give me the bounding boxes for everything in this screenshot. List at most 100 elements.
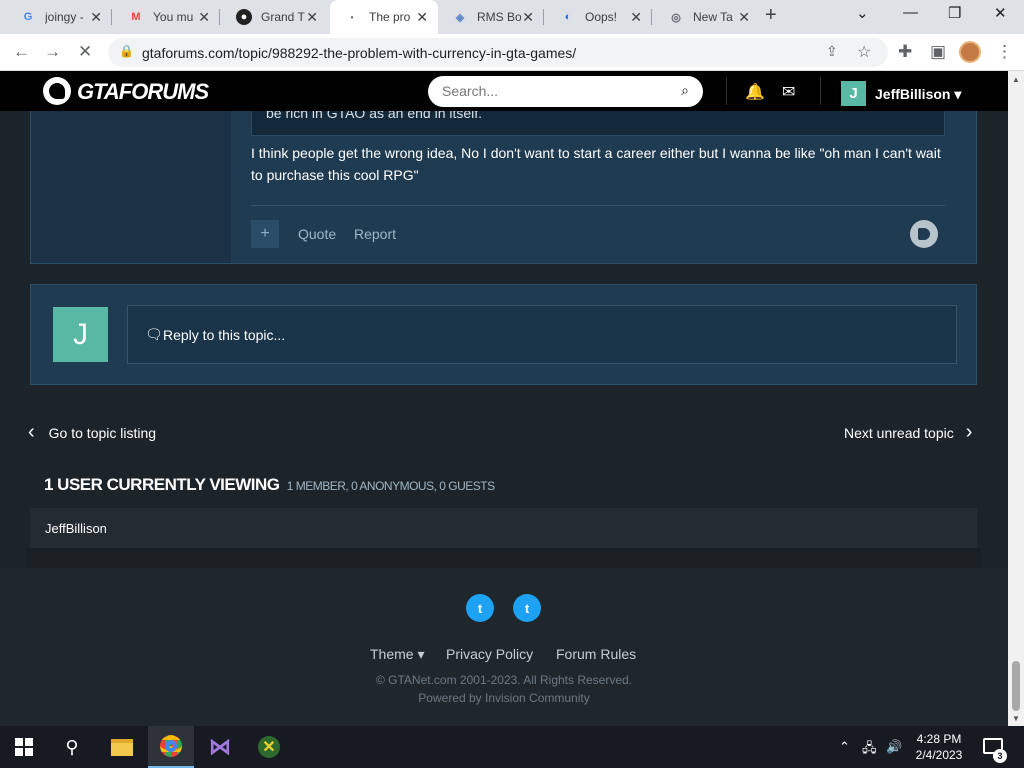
- page-scrollbar[interactable]: ▲ ▼: [1008, 71, 1024, 726]
- restore-icon[interactable]: ❐: [948, 4, 961, 22]
- back-icon[interactable]: ←: [13, 42, 30, 62]
- reply-input[interactable]: 🗨 Reply to this topic...: [127, 305, 957, 364]
- browser-tab-7[interactable]: ◎ New Ta ✕: [654, 0, 760, 34]
- theme-label: Theme: [370, 646, 414, 662]
- side-panel-icon[interactable]: ▣: [930, 42, 946, 62]
- user-menu[interactable]: JeffBillison ▾: [875, 86, 961, 103]
- viewing-detail: 1 MEMBER, 0 ANONYMOUS, 0 GUESTS: [286, 479, 495, 493]
- tab-title: Oops!: [585, 10, 618, 24]
- post-body: I think people get the wrong idea, No I …: [251, 145, 941, 183]
- lock-icon[interactable]: 🔒: [119, 44, 134, 58]
- close-tab-icon[interactable]: ✕: [630, 9, 642, 26]
- user-name: JeffBillison: [875, 86, 951, 102]
- content-bottom-edge: [26, 548, 981, 568]
- search-input[interactable]: [442, 83, 662, 99]
- tab-title: The pro: [369, 10, 411, 24]
- tab-title: joingy -: [45, 10, 84, 24]
- twitter-icon[interactable]: t: [466, 594, 494, 622]
- go-to-topic-listing-link[interactable]: ‹ Go to topic listing: [28, 421, 156, 444]
- loading-icon: •: [350, 12, 354, 22]
- next-unread-topic-link[interactable]: Next unread topic ›: [844, 421, 972, 444]
- visual-studio-icon[interactable]: ⋈: [197, 726, 243, 768]
- chevron-left-icon: ‹: [28, 421, 35, 443]
- search-icon[interactable]: ⚲: [49, 726, 95, 768]
- close-tab-icon[interactable]: ✕: [522, 9, 534, 26]
- tray-chevron-icon[interactable]: ⌃: [839, 739, 850, 755]
- site-logo[interactable]: GTAFORUMS: [77, 79, 209, 105]
- browser-tab-5[interactable]: ◈ RMS Bo ✕: [438, 0, 544, 34]
- browser-tab-6[interactable]: ◐ Oops! ✕: [546, 0, 652, 34]
- close-tab-icon[interactable]: ✕: [738, 9, 750, 26]
- tab-separator: [219, 9, 220, 25]
- stop-loading-icon[interactable]: ✕: [78, 42, 92, 62]
- bookmark-star-icon[interactable]: ☆: [857, 42, 871, 62]
- next-label: Next unread topic: [844, 424, 954, 441]
- new-tab-icon[interactable]: +: [765, 4, 777, 27]
- search-box: ⌕: [428, 76, 703, 107]
- address-bar[interactable]: 🔒 gtaforums.com/topic/988292-the-problem…: [108, 38, 888, 67]
- close-tab-icon[interactable]: ✕: [416, 9, 428, 26]
- clock[interactable]: 4:28 PM 2/4/2023: [908, 731, 970, 763]
- close-tab-icon[interactable]: ✕: [306, 9, 318, 26]
- extensions-icon[interactable]: ✚: [898, 42, 912, 62]
- chevron-right-icon: ›: [965, 421, 973, 443]
- windows-taskbar: ⚲ ⋈ ✕ ⌃ 🖧 🔊 4:28 PM 2/4/2023 3: [0, 726, 1024, 768]
- close-tab-icon[interactable]: ✕: [90, 9, 102, 26]
- close-tab-icon[interactable]: ✕: [198, 9, 210, 26]
- start-button[interactable]: [1, 726, 47, 768]
- scroll-thumb[interactable]: [1012, 661, 1020, 711]
- theme-menu[interactable]: Theme ▾: [370, 646, 425, 663]
- browser-tab-strip: G joingy - ✕ M You mu ✕ ● Grand T ✕ • Th…: [0, 0, 1024, 34]
- site-header: GTAFORUMS ⌕ 🔔 ✉ J JeffBillison ▾: [0, 71, 1008, 111]
- prev-label: Go to topic listing: [48, 424, 157, 441]
- bell-icon[interactable]: 🔔: [745, 82, 765, 102]
- url-text[interactable]: gtaforums.com/topic/988292-the-problem-w…: [142, 45, 576, 61]
- window-close-icon[interactable]: ✕: [994, 4, 1007, 22]
- gtaforums-icon: ●: [236, 9, 252, 25]
- gmail-icon: M: [131, 11, 141, 23]
- powered-by-link[interactable]: Powered by Invision Community: [0, 691, 1008, 705]
- twitter-icon[interactable]: t: [513, 594, 541, 622]
- scroll-up-icon[interactable]: ▲: [1012, 75, 1020, 84]
- page-content: be rich in GTAO as an end in itself. I t…: [0, 111, 1008, 726]
- tab-title: New Ta: [693, 10, 733, 24]
- search-icon[interactable]: ⌕: [681, 82, 689, 99]
- mail-icon[interactable]: ✉: [782, 82, 795, 102]
- report-button[interactable]: Report: [354, 226, 396, 242]
- browser-tab-2[interactable]: M You mu ✕: [114, 0, 220, 34]
- chrome-taskbar-icon[interactable]: [148, 726, 194, 768]
- tab-separator: [111, 9, 112, 25]
- post-author-column: [31, 111, 231, 263]
- quote-button[interactable]: Quote: [298, 226, 336, 242]
- browser-tab-3[interactable]: ● Grand T ✕: [222, 0, 328, 34]
- gtaforums-logo-icon[interactable]: [43, 77, 71, 105]
- share-icon[interactable]: ⇪: [826, 43, 838, 60]
- scroll-down-icon[interactable]: ▼: [1012, 714, 1020, 723]
- tab-title: Grand T: [261, 10, 305, 24]
- profile-avatar[interactable]: [959, 41, 981, 63]
- forum-rules-link[interactable]: Forum Rules: [556, 646, 636, 662]
- menu-icon[interactable]: ⋮: [996, 42, 1013, 62]
- multiquote-button[interactable]: +: [251, 220, 279, 248]
- minimize-icon[interactable]: —: [903, 4, 918, 21]
- post: be rich in GTAO as an end in itself. I t…: [30, 111, 977, 264]
- user-avatar[interactable]: J: [841, 81, 866, 106]
- tab-separator: [543, 9, 544, 25]
- xbox-icon[interactable]: ✕: [246, 726, 292, 768]
- viewing-heading: 1 USER CURRENTLY VIEWING 1 MEMBER, 0 ANO…: [44, 475, 495, 495]
- clock-date: 2/4/2023: [915, 748, 963, 762]
- network-icon[interactable]: 🖧: [862, 739, 877, 761]
- volume-icon[interactable]: 🔊: [886, 739, 902, 755]
- privacy-policy-link[interactable]: Privacy Policy: [446, 646, 533, 662]
- forward-icon[interactable]: →: [44, 42, 61, 62]
- edge-icon: ◐: [564, 11, 572, 23]
- browser-tab-1[interactable]: G joingy - ✕: [6, 0, 112, 34]
- browser-toolbar: ← → ✕ 🔒 gtaforums.com/topic/988292-the-p…: [0, 34, 1024, 71]
- copyright: © GTANet.com 2001-2023. All Rights Reser…: [375, 673, 633, 687]
- react-like-icon[interactable]: [910, 220, 938, 248]
- tab-search-icon[interactable]: ⌄: [856, 4, 869, 22]
- file-explorer-icon[interactable]: [99, 726, 145, 768]
- header-divider: [726, 77, 727, 105]
- viewer-link[interactable]: JeffBillison: [45, 521, 107, 536]
- browser-tab-4-active[interactable]: • The pro ✕: [330, 0, 438, 34]
